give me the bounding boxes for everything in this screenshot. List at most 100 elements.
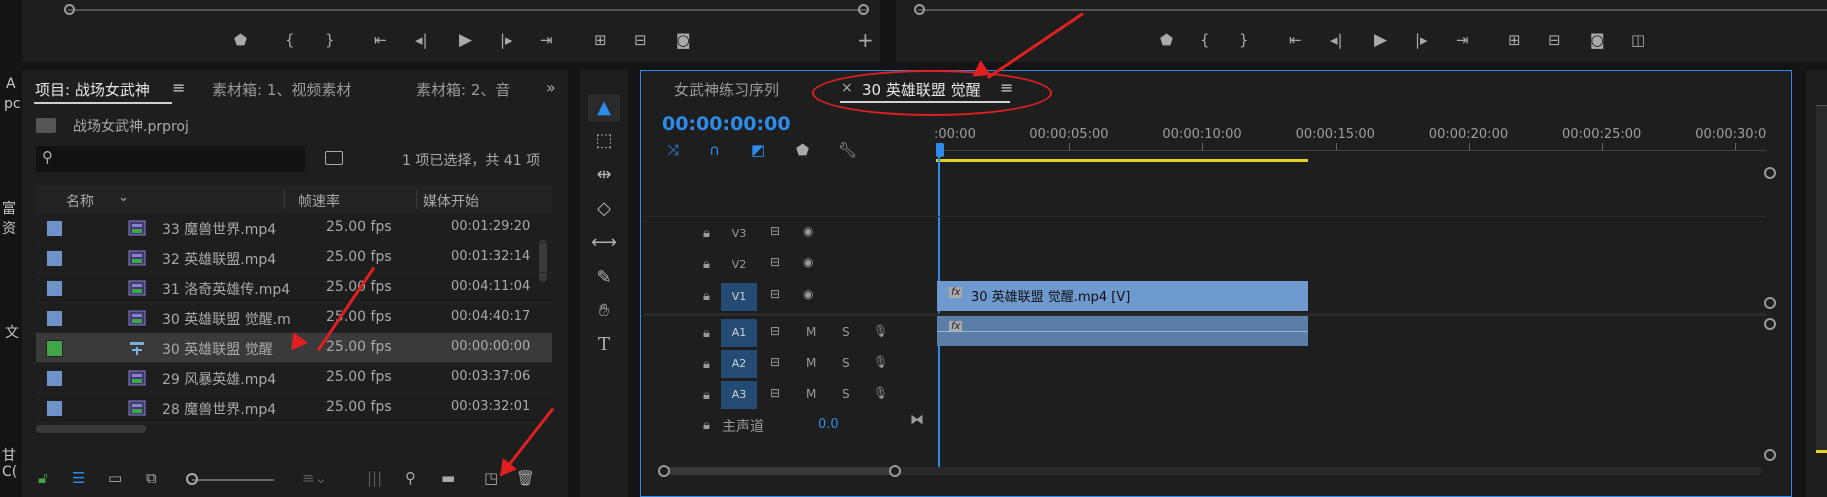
more-tabs-icon[interactable]: » — [546, 78, 556, 97]
find-icon[interactable] — [325, 151, 343, 165]
add-button-icon[interactable]: + — [857, 30, 874, 50]
color-label-swatch[interactable]: #6e93c9 — [46, 310, 63, 327]
find-icon[interactable]: ⚲ — [405, 468, 416, 488]
mark-in-icon[interactable]: { — [285, 30, 295, 50]
lock-icon[interactable]: 🔒︎ — [703, 226, 710, 241]
table-row[interactable]: #6e93c9 33 魔兽世界.mp4 25.00 fps 00:01:29:20 — [36, 213, 552, 243]
tab-menu-icon[interactable]: ≡ — [172, 78, 185, 97]
insert-icon[interactable]: ⊞ — [594, 30, 607, 50]
col-start[interactable]: 媒体开始 — [423, 191, 479, 211]
track-a1[interactable]: A1 — [721, 319, 757, 347]
horizontal-scrollbar[interactable] — [36, 425, 146, 433]
marker-icon[interactable]: ⬟ — [234, 30, 247, 50]
mute-button[interactable]: M — [806, 387, 816, 401]
tab-bin-video[interactable]: 素材箱: 1、视频素材 — [212, 79, 351, 100]
camera-icon[interactable]: ◙ — [1590, 30, 1605, 50]
solo-button[interactable]: S — [842, 387, 850, 401]
sync-lock-icon[interactable]: ⊟ — [770, 386, 780, 400]
mark-in-icon[interactable]: { — [1200, 30, 1210, 50]
table-row[interactable]: #6e93c930 英雄联盟 觉醒.m25.00 fps00:04:40:17 — [36, 303, 552, 333]
lock-icon[interactable]: 🔒︎ — [703, 418, 710, 433]
lock-icon[interactable]: 🔒︎ — [703, 289, 710, 304]
sync-lock-icon[interactable]: ⊟ — [770, 287, 780, 301]
color-label-swatch[interactable]: #3fa64a — [46, 340, 63, 357]
icon-view-icon[interactable]: ▭ — [108, 468, 122, 488]
track-v2[interactable]: V2 — [721, 251, 757, 279]
color-label-swatch[interactable]: #6e93c9 — [46, 370, 63, 387]
play-icon[interactable]: ▶ — [459, 30, 472, 50]
step-back-icon[interactable]: ◂| — [1330, 30, 1343, 50]
compare-icon[interactable]: ◫ — [1631, 30, 1645, 50]
color-label-swatch[interactable]: #6e93c9 — [46, 280, 63, 297]
go-to-in-icon[interactable]: ⇤ — [1289, 30, 1302, 50]
extract-icon[interactable]: ⊟ — [1548, 30, 1561, 50]
source-scrubber-start[interactable] — [64, 4, 75, 15]
play-icon[interactable]: ▶ — [1374, 30, 1387, 50]
sync-lock-icon[interactable]: ⊟ — [770, 355, 780, 369]
timeline-zoom-bar[interactable] — [666, 467, 896, 475]
track-v1[interactable]: V1 — [721, 283, 757, 311]
work-area-bar[interactable] — [936, 159, 1308, 162]
freeform-view-icon[interactable]: ⧉ — [146, 468, 157, 488]
add-marker-icon[interactable]: ⬟ — [796, 140, 809, 160]
linked-selection-icon[interactable]: ◩ — [751, 140, 765, 160]
go-to-end-icon[interactable]: ⧓ — [910, 412, 924, 428]
timecode-display[interactable]: 00:00:00:00 — [662, 113, 791, 135]
camera-icon[interactable]: ◙ — [676, 30, 691, 50]
lock-icon[interactable]: 🔓︎ — [38, 468, 48, 488]
vertical-zoom-handle[interactable] — [1764, 167, 1776, 179]
color-label-swatch[interactable]: #6e93c9 — [46, 220, 63, 237]
track-a2[interactable]: A2 — [721, 350, 757, 378]
zoom-slider-handle[interactable] — [186, 473, 198, 485]
program-scrubber-start[interactable] — [914, 4, 925, 15]
video-clip[interactable]: fx 30 英雄联盟 觉醒.mp4 [V] — [937, 281, 1308, 311]
vertical-zoom-handle[interactable] — [1764, 449, 1776, 461]
mark-out-icon[interactable]: } — [1239, 30, 1249, 50]
mic-icon[interactable]: 🎙︎ — [873, 324, 888, 338]
overwrite-icon[interactable]: ⊟ — [634, 30, 647, 50]
solo-button[interactable]: S — [842, 325, 850, 339]
hand-tool-icon[interactable]: ✋︎ — [591, 298, 617, 324]
step-forward-icon[interactable]: |▸ — [1415, 30, 1428, 50]
sync-lock-icon[interactable]: ⊟ — [770, 224, 780, 238]
color-label-swatch[interactable]: #6e93c9 — [46, 250, 63, 267]
trash-icon[interactable]: 🗑︎ — [516, 468, 535, 488]
program-scrubber[interactable] — [918, 9, 1827, 11]
col-name[interactable]: 名称 — [66, 191, 94, 211]
go-to-out-icon[interactable]: ⇥ — [1456, 30, 1469, 50]
wrench-icon[interactable]: 🔧︎ — [838, 140, 857, 160]
vertical-zoom-handle[interactable] — [1764, 318, 1776, 330]
automate-icon[interactable]: ||| — [367, 468, 382, 488]
marker-icon[interactable]: ⬟ — [1160, 30, 1173, 50]
selection-tool-icon[interactable]: ▲ — [591, 95, 617, 121]
ripple-edit-tool-icon[interactable]: ⇹ — [591, 162, 617, 188]
track-a3[interactable]: A3 — [721, 381, 757, 409]
mic-icon[interactable]: 🎙︎ — [873, 355, 888, 369]
track-v3[interactable]: V3 — [721, 220, 757, 248]
table-row[interactable]: #6e93c931 洛奇英雄传.mp425.00 fps00:04:11:04 — [36, 273, 552, 303]
timeline-zoom-end[interactable] — [889, 465, 901, 477]
sort-icon[interactable]: ≡⌄ — [302, 468, 327, 488]
step-forward-icon[interactable]: |▸ — [500, 30, 513, 50]
sync-lock-icon[interactable]: ⊟ — [770, 255, 780, 269]
razor-tool-icon[interactable]: ◇ — [591, 196, 617, 222]
mic-icon[interactable]: 🎙︎ — [873, 386, 888, 400]
audio-clip[interactable]: fx — [937, 316, 1308, 346]
table-row[interactable]: #6e93c9 28 魔兽世界.mp4 25.00 fps 00:03:32:01 — [36, 393, 552, 423]
lock-icon[interactable]: 🔒︎ — [703, 326, 710, 341]
nest-toggle-icon[interactable]: ⤨ — [667, 140, 679, 160]
solo-button[interactable]: S — [842, 356, 850, 370]
slip-tool-icon[interactable]: ⟷ — [591, 230, 617, 256]
eye-icon[interactable]: ◉ — [803, 255, 813, 269]
new-bin-icon[interactable]: ▬ — [441, 468, 455, 488]
lock-icon[interactable]: 🔒︎ — [703, 357, 710, 372]
eye-icon[interactable]: ◉ — [803, 224, 813, 238]
sync-lock-icon[interactable]: ⊟ — [770, 324, 780, 338]
tab-bin-audio[interactable]: 素材箱: 2、音 — [416, 79, 510, 100]
lock-icon[interactable]: 🔒︎ — [703, 388, 710, 403]
tab-sequence-practice[interactable]: 女武神练习序列 — [674, 79, 779, 100]
lift-icon[interactable]: ⊞ — [1508, 30, 1521, 50]
lock-icon[interactable]: 🔒︎ — [703, 257, 710, 272]
color-label-swatch[interactable]: #6e93c9 — [46, 400, 63, 417]
source-scrubber[interactable] — [68, 9, 868, 11]
